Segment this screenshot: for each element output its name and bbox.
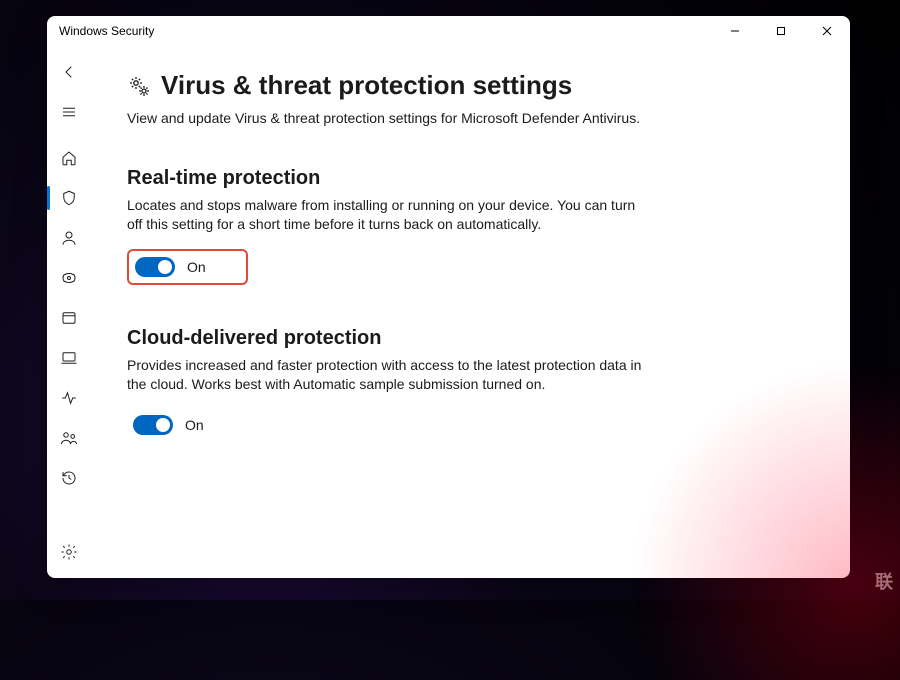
sidebar bbox=[47, 46, 91, 578]
sidebar-item-firewall[interactable] bbox=[47, 258, 91, 298]
cloud-protection-state: On bbox=[185, 417, 204, 433]
sidebar-item-device-performance[interactable] bbox=[47, 378, 91, 418]
window-controls bbox=[712, 16, 850, 46]
realtime-protection-description: Locates and stops malware from installin… bbox=[127, 196, 647, 235]
page-header: Virus & threat protection settings bbox=[127, 70, 804, 101]
sidebar-item-app-browser-control[interactable] bbox=[47, 298, 91, 338]
window-body: Virus & threat protection settings View … bbox=[47, 46, 850, 578]
window-title: Windows Security bbox=[59, 24, 154, 38]
content-area: Virus & threat protection settings View … bbox=[91, 46, 850, 578]
sidebar-item-settings[interactable] bbox=[47, 532, 91, 572]
page-description: View and update Virus & threat protectio… bbox=[127, 109, 647, 129]
realtime-protection-state: On bbox=[187, 259, 206, 275]
realtime-protection-toggle-row: On bbox=[127, 249, 248, 285]
minimize-button[interactable] bbox=[712, 16, 758, 46]
page-title: Virus & threat protection settings bbox=[161, 70, 572, 101]
close-button[interactable] bbox=[804, 16, 850, 46]
realtime-protection-toggle[interactable] bbox=[135, 257, 175, 277]
cloud-protection-toggle-row: On bbox=[127, 409, 214, 441]
cloud-protection-title: Cloud-delivered protection bbox=[127, 327, 647, 350]
maximize-button[interactable] bbox=[758, 16, 804, 46]
nav-menu-button[interactable] bbox=[47, 92, 91, 132]
app-window: Windows Security bbox=[47, 16, 850, 578]
sidebar-item-home[interactable] bbox=[47, 138, 91, 178]
cloud-protection-section: Cloud-delivered protection Provides incr… bbox=[127, 327, 647, 441]
sidebar-item-virus-protection[interactable] bbox=[47, 178, 91, 218]
back-button[interactable] bbox=[47, 52, 91, 92]
realtime-protection-title: Real-time protection bbox=[127, 167, 647, 190]
titlebar: Windows Security bbox=[47, 16, 850, 46]
settings-gear-icon bbox=[127, 74, 151, 98]
sidebar-item-device-security[interactable] bbox=[47, 338, 91, 378]
cloud-protection-description: Provides increased and faster protection… bbox=[127, 356, 647, 395]
sidebar-item-protection-history[interactable] bbox=[47, 458, 91, 498]
sidebar-item-family-options[interactable] bbox=[47, 418, 91, 458]
cloud-protection-toggle[interactable] bbox=[133, 415, 173, 435]
sidebar-item-account-protection[interactable] bbox=[47, 218, 91, 258]
realtime-protection-section: Real-time protection Locates and stops m… bbox=[127, 167, 647, 285]
watermark-text: 联 bbox=[875, 568, 894, 594]
